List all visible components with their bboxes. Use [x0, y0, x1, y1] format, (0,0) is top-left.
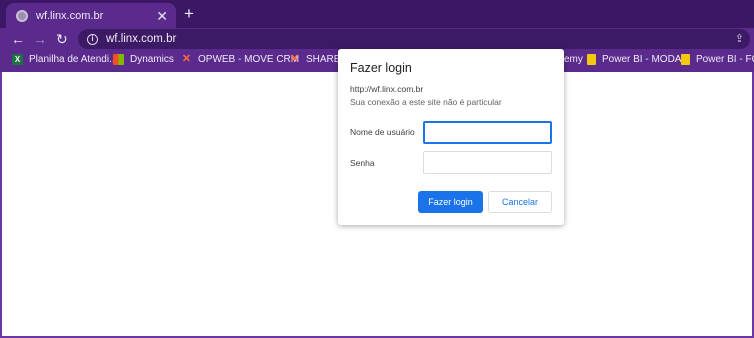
bookmark-label: Planilha de Atendi...	[29, 54, 118, 65]
login-dialog: Fazer login http://wf.linx.com.br Sua co…	[338, 49, 564, 225]
url-text[interactable]: wf.linx.com.br	[106, 33, 176, 45]
bookmark-label: emy	[564, 54, 583, 65]
password-label: Senha	[350, 158, 375, 168]
username-label: Nome de usuário	[350, 127, 415, 137]
dialog-title: Fazer login	[350, 61, 412, 75]
login-button[interactable]: Fazer login	[418, 191, 483, 213]
back-button[interactable]: ←	[11, 31, 25, 47]
excel-icon: X	[12, 54, 23, 65]
bookmark-planilha[interactable]: X Planilha de Atendi...	[12, 54, 117, 65]
bookmark-powerbi-moda[interactable]: Power BI - MODA	[587, 54, 681, 65]
privacy-note: Sua conexão a este site não é particular	[350, 97, 502, 107]
powerbi-icon	[587, 54, 596, 65]
toolbar: ← → ↻ i wf.linx.com.br ⇪	[0, 28, 754, 50]
bookmark-label: Power BI - MODA	[602, 54, 682, 65]
new-tab-button[interactable]: +	[184, 5, 194, 22]
bookmark-label: OPWEB - MOVE CRM	[198, 54, 300, 65]
address-bar[interactable]: i wf.linx.com.br ⇪	[78, 29, 750, 49]
reload-button[interactable]: ↻	[56, 31, 68, 47]
globe-icon	[16, 9, 28, 22]
bookmark-opweb[interactable]: ✕ OPWEB - MOVE CRM	[181, 53, 300, 66]
info-icon[interactable]: i	[87, 33, 98, 45]
bookmark-partial[interactable]: emy	[564, 54, 583, 65]
username-field[interactable]	[423, 121, 552, 144]
cancel-button[interactable]: Cancelar	[488, 191, 552, 213]
bookmark-label: Dynamics	[130, 54, 174, 65]
forward-button[interactable]: →	[33, 31, 47, 47]
opweb-icon: ✕	[181, 53, 192, 65]
close-tab-icon[interactable]: ✕	[156, 9, 168, 23]
tab-active[interactable]: wf.linx.com.br ✕	[6, 3, 176, 28]
tab-strip: wf.linx.com.br ✕ +	[0, 0, 754, 28]
bookmark-powerbi-foo[interactable]: Power BI - FOO	[681, 54, 754, 65]
password-field[interactable]	[423, 151, 552, 174]
bookmark-dynamics[interactable]: Dynamics	[113, 54, 174, 65]
dynamics-icon	[113, 54, 124, 65]
powerbi-icon	[681, 54, 690, 65]
share-icon[interactable]: ⇪	[735, 32, 744, 45]
dialog-url: http://wf.linx.com.br	[350, 84, 424, 94]
bookmark-label: Power BI - FOO	[696, 54, 754, 65]
tab-title: wf.linx.com.br	[36, 9, 104, 22]
share-x-icon: ✕	[289, 53, 300, 65]
